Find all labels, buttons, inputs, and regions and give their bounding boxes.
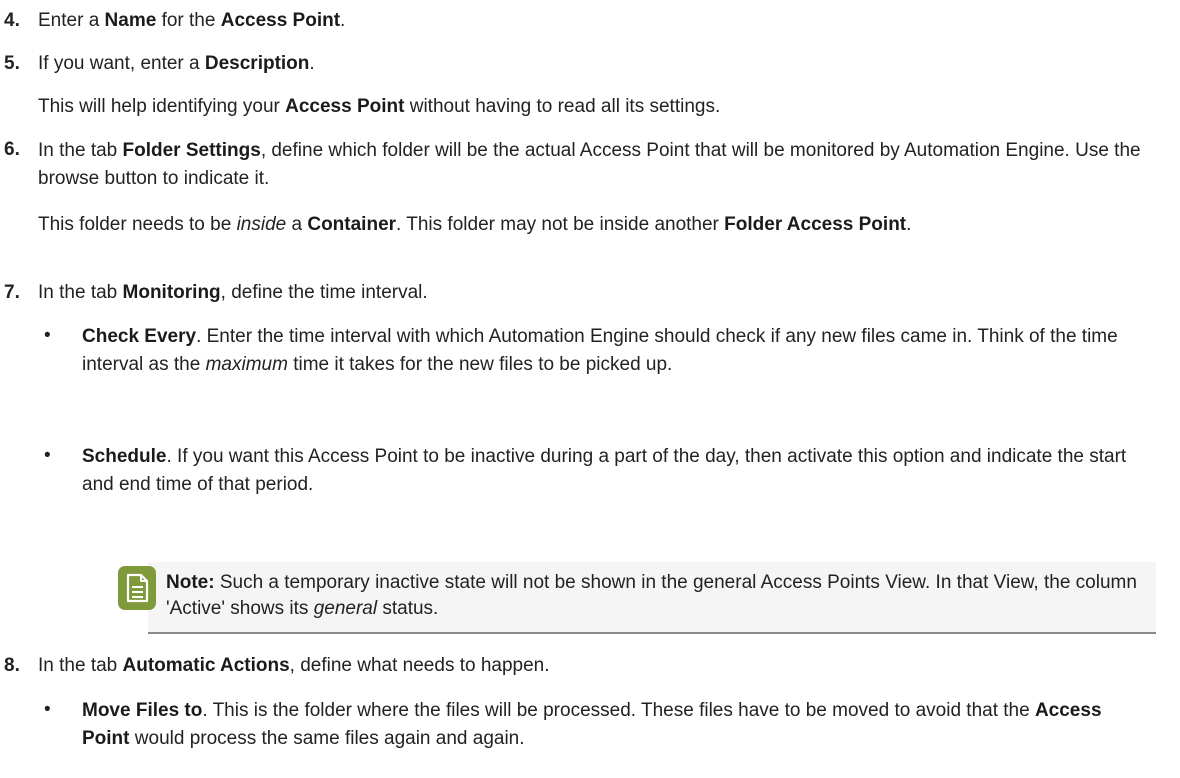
bold-term: Name — [104, 10, 157, 31]
bullet-marker: • — [44, 325, 51, 346]
text-run: If you want, enter a — [38, 53, 205, 74]
bullet-marker: • — [44, 699, 51, 720]
bold-term: Folder Settings — [122, 140, 261, 161]
text-run: Such a temporary inactive state will not… — [166, 572, 1137, 619]
step-6-paragraph: This folder needs to be inside a Contain… — [38, 210, 1148, 240]
step-number: 4. — [4, 10, 20, 31]
text-run: . — [309, 53, 315, 74]
text-run: . This is the folder where the files wil… — [202, 700, 1035, 721]
bullet-text: Schedule. If you want this Access Point … — [82, 443, 1142, 499]
text-run: In the tab — [38, 655, 123, 676]
bullet-marker: • — [44, 445, 51, 466]
bold-term: Move Files to — [82, 700, 203, 721]
text-run: This will help identifying your — [38, 96, 286, 117]
text-run: , define the time interval. — [220, 282, 428, 303]
text-run: a — [286, 214, 308, 235]
step-text: In the tab Monitoring, define the time i… — [38, 280, 1158, 306]
step-number: 8. — [4, 655, 20, 676]
bold-term: Description — [204, 53, 310, 74]
bold-term: Container — [307, 214, 397, 235]
step-5-paragraph: This will help identifying your Access P… — [38, 94, 1148, 120]
note-text: Note: Such a temporary inactive state wi… — [166, 570, 1146, 622]
bullet-text: Check Every. Enter the time interval wit… — [82, 323, 1142, 379]
text-run: . If you want this Access Point to be in… — [82, 446, 1127, 495]
step-text: In the tab Automatic Actions, define wha… — [38, 653, 1158, 679]
step-text: In the tab Folder Settings, define which… — [38, 137, 1158, 193]
step-text: Enter a Name for the Access Point. — [38, 8, 1158, 34]
text-run: . — [906, 214, 912, 235]
emphasis-text: inside — [236, 214, 287, 235]
text-run: . — [340, 10, 346, 31]
bold-term: Access Point — [285, 96, 405, 117]
note-document-icon — [118, 566, 156, 610]
text-run: In the tab — [38, 140, 123, 161]
text-run: This folder needs to be — [38, 214, 237, 235]
bold-term: Check Every — [82, 326, 197, 347]
text-run: , define what needs to happen. — [289, 655, 550, 676]
text-run: would process the same files again and a… — [129, 728, 525, 749]
text-run: status. — [377, 598, 439, 619]
text-run: Enter a — [38, 10, 105, 31]
note-box: Note: Such a temporary inactive state wi… — [118, 562, 1156, 634]
text-run: In the tab — [38, 282, 123, 303]
step-text: If you want, enter a Description. — [38, 51, 1158, 77]
bullet-text: Move Files to. This is the folder where … — [82, 697, 1142, 753]
bold-term: Schedule — [82, 446, 167, 467]
step-number: 5. — [4, 53, 20, 74]
bold-term: Monitoring — [122, 282, 221, 303]
bold-term: Note: — [166, 572, 215, 593]
emphasis-text: general — [313, 598, 378, 619]
bold-term: Automatic Actions — [122, 655, 290, 676]
bold-term: Folder Access Point — [724, 214, 907, 235]
text-run: for the — [156, 10, 221, 31]
bold-term: Access Point — [220, 10, 341, 31]
text-run: . This folder may not be inside another — [396, 214, 725, 235]
step-number: 6. — [4, 139, 20, 160]
text-run: time it takes for the new files to be pi… — [287, 354, 673, 375]
step-number: 7. — [4, 282, 20, 303]
document-page: 4. Enter a Name for the Access Point. 5.… — [0, 0, 1180, 778]
text-run: without having to read all its settings. — [404, 96, 721, 117]
emphasis-text: maximum — [205, 354, 288, 375]
